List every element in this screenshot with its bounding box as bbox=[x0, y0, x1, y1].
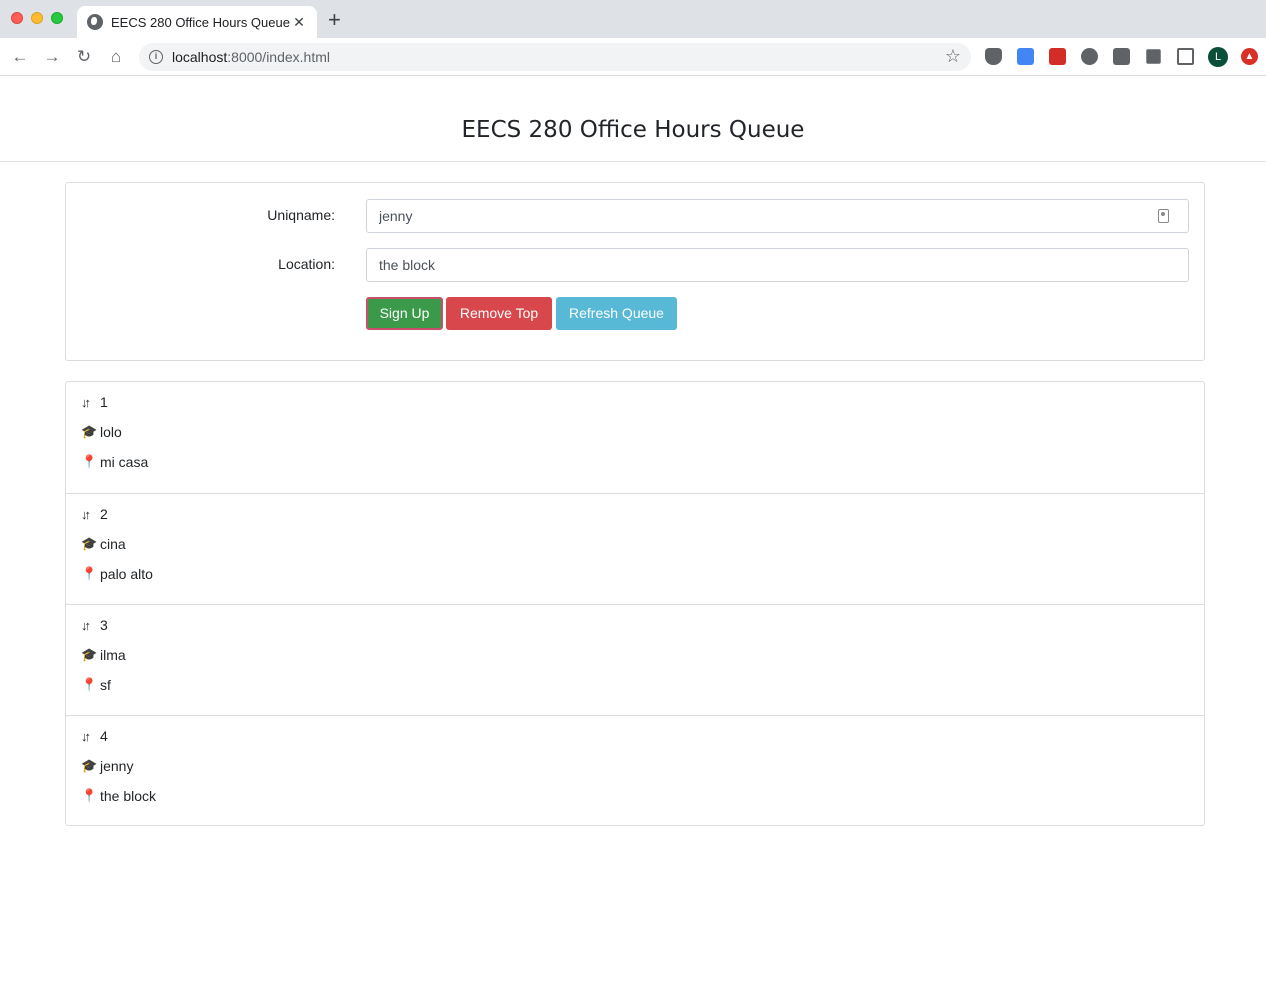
signup-form: Uniqname: Location: Sign Up Remove Top R… bbox=[65, 182, 1205, 361]
page-title: EECS 280 Office Hours Queue bbox=[461, 117, 805, 143]
queue-uniqname-row: 🎓 jenny bbox=[81, 756, 133, 776]
queue-location: mi casa bbox=[100, 454, 149, 470]
sort-icon: ↓↑ bbox=[81, 617, 91, 633]
queue-position: 4 bbox=[100, 728, 108, 744]
map-marker-icon: 📍 bbox=[81, 788, 98, 803]
location-input[interactable] bbox=[366, 248, 1189, 282]
update-arrow-icon[interactable]: ▲ bbox=[1241, 48, 1258, 65]
graduation-cap-icon: 🎓 bbox=[81, 424, 98, 439]
queue-uniqname-row: 🎓 ilma bbox=[81, 645, 126, 665]
graduation-cap-icon: 🎓 bbox=[81, 647, 98, 662]
forward-icon[interactable]: → bbox=[42, 47, 62, 67]
maximize-window-icon[interactable] bbox=[51, 12, 63, 24]
map-marker-icon: 📍 bbox=[81, 454, 98, 469]
queue-location-row: 📍 mi casa bbox=[81, 452, 148, 472]
chat-bubble-extension-icon[interactable] bbox=[1081, 48, 1098, 65]
url-path: :8000/index.html bbox=[227, 49, 330, 65]
queue-location: sf bbox=[100, 677, 111, 693]
queue-uniqname: lolo bbox=[100, 424, 122, 440]
refresh-queue-button[interactable]: Refresh Queue bbox=[556, 297, 677, 330]
uniqname-label: Uniqname: bbox=[267, 207, 335, 223]
remove-top-button[interactable]: Remove Top bbox=[446, 297, 552, 330]
queue-list: ↓↑ 1 🎓 lolo 📍 mi casa ↓↑ 2 🎓 cina 📍 palo… bbox=[65, 381, 1205, 826]
facebook-extension-icon[interactable] bbox=[1113, 48, 1130, 65]
queue-position: 2 bbox=[100, 506, 108, 522]
profile-avatar[interactable]: L bbox=[1208, 47, 1228, 67]
tab-title: EECS 280 Office Hours Queue bbox=[111, 14, 290, 30]
queue-position: 3 bbox=[100, 617, 108, 633]
queue-position-row: ↓↑ 4 bbox=[81, 726, 108, 746]
browser-tab[interactable]: EECS 280 Office Hours Queue ✕ bbox=[77, 6, 317, 38]
queue-location-row: 📍 palo alto bbox=[81, 564, 153, 584]
queue-item: ↓↑ 1 🎓 lolo 📍 mi casa bbox=[66, 382, 1204, 493]
queue-position: 1 bbox=[100, 394, 108, 410]
queue-uniqname-row: 🎓 lolo bbox=[81, 422, 122, 442]
map-marker-icon: 📍 bbox=[81, 566, 98, 581]
tab-close-icon[interactable]: ✕ bbox=[291, 14, 307, 31]
bookmark-star-icon[interactable]: ☆ bbox=[945, 46, 961, 67]
lastpass-extension-icon[interactable] bbox=[1049, 48, 1066, 65]
queue-position-row: ↓↑ 1 bbox=[81, 392, 108, 412]
extensions-puzzle-icon[interactable] bbox=[1146, 49, 1161, 64]
queue-uniqname: cina bbox=[100, 536, 126, 552]
sign-up-button[interactable]: Sign Up bbox=[366, 297, 443, 330]
new-tab-icon[interactable]: + bbox=[328, 8, 341, 32]
queue-uniqname-row: 🎓 cina bbox=[81, 534, 126, 554]
location-label: Location: bbox=[278, 256, 335, 272]
sort-icon: ↓↑ bbox=[81, 394, 91, 410]
queue-position-row: ↓↑ 2 bbox=[81, 504, 108, 524]
browser-toolbar: ← → ↻ ⌂ i localhost:8000/index.html ☆ L … bbox=[0, 38, 1266, 76]
map-marker-icon: 📍 bbox=[81, 677, 98, 692]
queue-uniqname: ilma bbox=[100, 647, 126, 663]
globe-icon bbox=[87, 14, 103, 30]
queue-item: ↓↑ 4 🎓 jenny 📍 the block bbox=[66, 715, 1204, 826]
url-host: localhost bbox=[172, 49, 228, 65]
ublock-extension-icon[interactable] bbox=[985, 48, 1002, 65]
queue-location-row: 📍 sf bbox=[81, 675, 111, 695]
queue-uniqname: jenny bbox=[100, 758, 134, 774]
queue-item: ↓↑ 3 🎓 ilma 📍 sf bbox=[66, 604, 1204, 715]
queue-position-row: ↓↑ 3 bbox=[81, 615, 108, 635]
graduation-cap-icon: 🎓 bbox=[81, 758, 98, 773]
uniqname-input[interactable] bbox=[366, 199, 1189, 233]
reload-icon[interactable]: ↻ bbox=[74, 47, 94, 67]
info-icon[interactable]: i bbox=[149, 50, 163, 64]
close-window-icon[interactable] bbox=[11, 12, 23, 24]
sort-icon: ↓↑ bbox=[81, 728, 91, 744]
home-icon[interactable]: ⌂ bbox=[106, 47, 126, 67]
minimize-window-icon[interactable] bbox=[31, 12, 43, 24]
back-icon[interactable]: ← bbox=[10, 47, 30, 67]
sort-icon: ↓↑ bbox=[81, 506, 91, 522]
queue-item: ↓↑ 2 🎓 cina 📍 palo alto bbox=[66, 493, 1204, 604]
browser-tab-strip: EECS 280 Office Hours Queue ✕ + bbox=[0, 0, 1266, 38]
address-bar[interactable]: i localhost:8000/index.html ☆ bbox=[139, 43, 971, 71]
autofill-contact-icon[interactable] bbox=[1158, 209, 1169, 223]
graduation-cap-icon: 🎓 bbox=[81, 536, 98, 551]
translate-extension-icon[interactable] bbox=[1017, 48, 1034, 65]
queue-location: palo alto bbox=[100, 566, 153, 582]
queue-location: the block bbox=[100, 788, 157, 804]
page-header: EECS 280 Office Hours Queue bbox=[0, 77, 1266, 162]
cast-icon[interactable] bbox=[1177, 48, 1194, 65]
queue-location-row: 📍 the block bbox=[81, 786, 156, 806]
